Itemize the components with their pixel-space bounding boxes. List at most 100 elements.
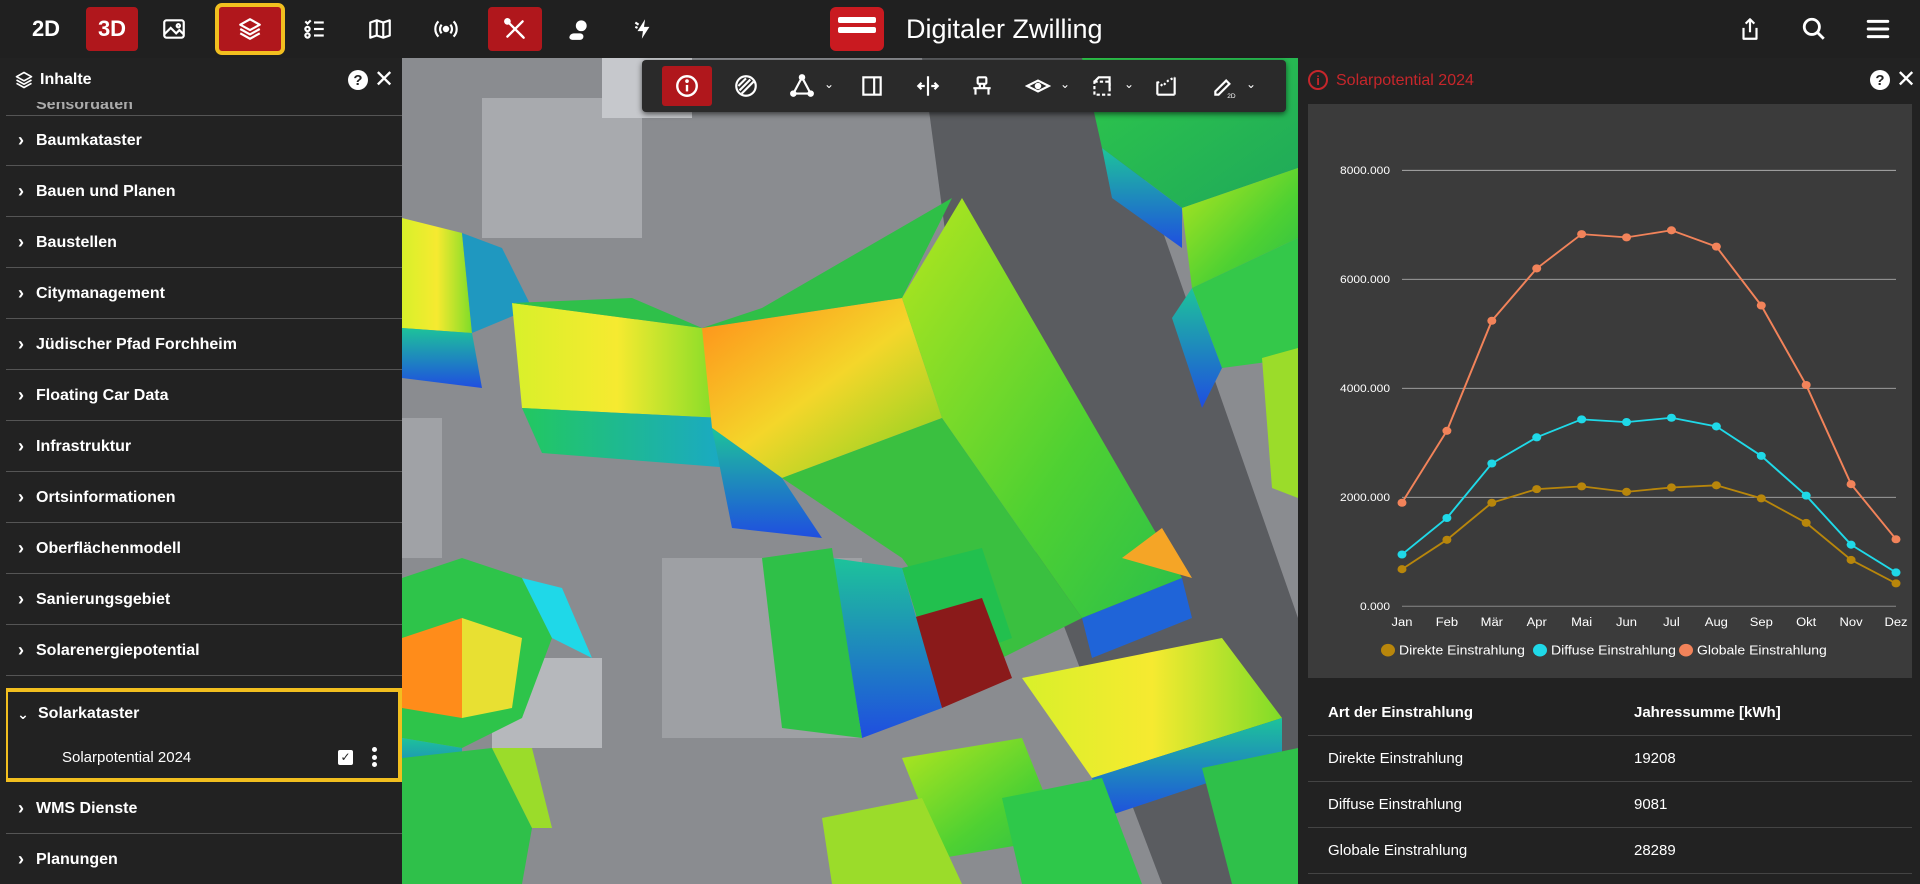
series-line-2 bbox=[1401, 229, 1897, 540]
search-button[interactable] bbox=[1792, 7, 1836, 51]
app-root: 2D 3D Digitaler Zwilling Inhalte ? ✕ Sen… bbox=[0, 0, 1920, 884]
chevron-down-icon[interactable]: ⌄ bbox=[824, 77, 834, 91]
polygon-measure-icon bbox=[790, 74, 814, 97]
measure-area-button[interactable] bbox=[782, 66, 822, 106]
table-cell: Globale Einstrahlung bbox=[1328, 842, 1468, 859]
clip-box-button[interactable] bbox=[1082, 66, 1122, 106]
series-line-0 bbox=[1401, 484, 1897, 585]
data-point bbox=[1397, 498, 1407, 507]
split-view-button[interactable] bbox=[852, 66, 892, 106]
solar-buildings-scene bbox=[402, 58, 1298, 884]
layers-icon bbox=[15, 71, 33, 89]
data-point bbox=[1891, 535, 1901, 544]
data-point bbox=[1801, 518, 1811, 527]
x-tick-label: Aug bbox=[1705, 616, 1728, 629]
chevron-right-icon: › bbox=[18, 640, 24, 660]
chevron-down-icon[interactable]: ⌄ bbox=[1060, 77, 1070, 91]
series-line-1 bbox=[1401, 416, 1897, 574]
category-citymanagement[interactable]: › Citymanagement bbox=[6, 269, 402, 319]
category-baumkataster[interactable]: › Baumkataster bbox=[6, 116, 402, 166]
tools-icon bbox=[504, 18, 525, 39]
profile-tool-button[interactable] bbox=[1146, 66, 1186, 106]
selected-category-solarkataster: ⌄ Solarkataster Solarpotential 2024 ✓ bbox=[6, 688, 402, 782]
x-tick-label: Mär bbox=[1481, 616, 1503, 629]
share-button[interactable] bbox=[1728, 7, 1772, 51]
info-icon: i bbox=[1308, 70, 1328, 90]
weather-icon bbox=[569, 20, 587, 40]
legend-marker bbox=[1679, 643, 1693, 657]
chevron-right-icon: › bbox=[18, 283, 24, 303]
category-planungen[interactable]: › Planungen bbox=[6, 835, 402, 884]
x-tick-label: Jul bbox=[1663, 616, 1680, 629]
help-icon[interactable]: ? bbox=[1870, 70, 1890, 90]
feature-info-title: Solarpotential 2024 bbox=[1336, 72, 1474, 89]
top-bar: 2D 3D Digitaler Zwilling bbox=[0, 0, 1920, 58]
chevron-down-icon[interactable]: ⌄ bbox=[1246, 77, 1256, 91]
data-point bbox=[1397, 565, 1407, 574]
data-point bbox=[1622, 487, 1632, 496]
shadow-tool-button[interactable] bbox=[726, 66, 766, 106]
flash-button[interactable] bbox=[622, 7, 666, 51]
close-icon[interactable]: ✕ bbox=[1896, 68, 1916, 92]
weather-button[interactable] bbox=[556, 7, 600, 51]
x-tick-label: Nov bbox=[1840, 616, 1864, 629]
legend-label: Direkte Einstrahlung bbox=[1399, 643, 1525, 657]
layer-visibility-checkbox[interactable]: ✓ bbox=[338, 749, 353, 765]
city-logo bbox=[830, 7, 884, 51]
data-point bbox=[1397, 550, 1407, 559]
swipe-tool-button[interactable] bbox=[908, 66, 948, 106]
legend-label: Diffuse Einstrahlung bbox=[1551, 643, 1676, 657]
legend-marker bbox=[1533, 643, 1547, 657]
data-point bbox=[1846, 540, 1856, 549]
view-2d-button[interactable]: 2D bbox=[24, 7, 68, 51]
layer-item-solarpotential-2024[interactable]: Solarpotential 2024 ✓ bbox=[8, 736, 398, 778]
layers-button[interactable] bbox=[215, 3, 285, 55]
table-cell: 9081 bbox=[1634, 796, 1668, 813]
y-tick-label: 6000.000 bbox=[1340, 274, 1390, 285]
construction-tool-button[interactable] bbox=[962, 66, 1002, 106]
sensor-button[interactable] bbox=[424, 7, 468, 51]
info-tool-button[interactable] bbox=[662, 66, 712, 106]
category-label: Solarenergiepotential bbox=[36, 641, 200, 659]
category-oberflaechenmodell[interactable]: › Oberflächenmodell bbox=[6, 524, 402, 574]
chevron-right-icon: › bbox=[18, 487, 24, 507]
category-floating-car-data[interactable]: › Floating Car Data bbox=[6, 371, 402, 421]
close-icon[interactable]: ✕ bbox=[374, 68, 394, 92]
category-label: Sensordaten bbox=[36, 102, 133, 113]
chevron-down-icon[interactable]: ⌄ bbox=[1124, 77, 1134, 91]
map-button[interactable] bbox=[358, 7, 402, 51]
category-ortsinformationen[interactable]: › Ortsinformationen bbox=[6, 473, 402, 523]
tools-button[interactable] bbox=[488, 7, 542, 51]
view-tool-button[interactable] bbox=[1018, 66, 1058, 106]
category-wms-dienste[interactable]: › WMS Dienste bbox=[6, 784, 402, 834]
legend-button[interactable] bbox=[292, 7, 336, 51]
share-icon bbox=[1742, 18, 1758, 40]
category-bauen-und-planen[interactable]: › Bauen und Planen bbox=[6, 167, 402, 217]
category-sanierungsgebiet[interactable]: › Sanierungsgebiet bbox=[6, 575, 402, 625]
data-point bbox=[1666, 226, 1676, 235]
chevron-right-icon: › bbox=[18, 538, 24, 558]
view-3d-button[interactable]: 3D bbox=[86, 7, 138, 51]
data-point bbox=[1846, 555, 1856, 564]
category-infrastruktur[interactable]: › Infrastruktur bbox=[6, 422, 402, 472]
data-point bbox=[1666, 483, 1676, 492]
category-sensordaten[interactable]: Sensordaten bbox=[6, 102, 402, 116]
category-juedischer-pfad[interactable]: › Jüdischer Pfad Forchheim bbox=[6, 320, 402, 370]
menu-icon bbox=[1866, 19, 1890, 39]
draw-2d-button[interactable]: 2D bbox=[1204, 66, 1244, 106]
category-solarkataster[interactable]: ⌄ Solarkataster bbox=[8, 692, 398, 736]
app-title-area: Digitaler Zwilling bbox=[830, 6, 1103, 52]
category-solarenergiepotential[interactable]: › Solarenergiepotential bbox=[6, 626, 402, 676]
y-tick-label: 4000.000 bbox=[1340, 383, 1390, 394]
menu-button[interactable] bbox=[1856, 7, 1900, 51]
basemap-button[interactable] bbox=[152, 7, 196, 51]
table-header-row: Art der Einstrahlung Jahressumme [kWh] bbox=[1308, 690, 1912, 736]
kebab-menu-icon[interactable] bbox=[372, 747, 378, 767]
map-3d-view[interactable] bbox=[402, 58, 1298, 884]
table-row: Diffuse Einstrahlung 9081 bbox=[1308, 782, 1912, 828]
category-baustellen[interactable]: › Baustellen bbox=[6, 218, 402, 268]
map-icon bbox=[369, 19, 391, 39]
help-icon[interactable]: ? bbox=[348, 70, 368, 90]
data-point bbox=[1622, 418, 1632, 427]
table-row: Direkte Einstrahlung 19208 bbox=[1308, 736, 1912, 782]
